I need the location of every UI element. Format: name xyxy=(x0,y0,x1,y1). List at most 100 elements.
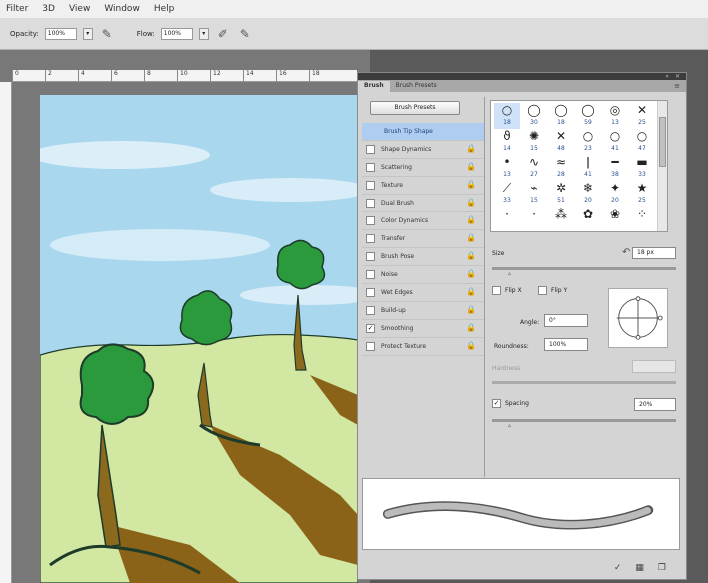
setting-checkbox[interactable] xyxy=(366,252,375,262)
setting-checkbox[interactable]: ✓ xyxy=(366,323,375,333)
reset-size-icon[interactable]: ↶ xyxy=(622,247,630,258)
lock-icon[interactable]: 🔒 xyxy=(466,323,476,332)
brush-tip[interactable]: ━ 38 xyxy=(602,155,628,181)
brush-tip[interactable]: ✕ 48 xyxy=(548,129,574,155)
setting-item[interactable]: Dual Brush 🔒 xyxy=(362,195,484,213)
brush-presets-button[interactable]: Brush Presets xyxy=(370,101,460,115)
collapse-icon[interactable]: « xyxy=(665,73,669,80)
brush-tip[interactable]: ✲ 51 xyxy=(548,181,574,207)
new-preset-icon[interactable]: ❐ xyxy=(658,563,666,573)
brush-tip[interactable]: ❀ xyxy=(602,207,628,231)
menu-filter[interactable]: Filter xyxy=(6,4,28,14)
brush-tip[interactable]: ∿ 27 xyxy=(521,155,547,181)
spacing-field[interactable]: 20% xyxy=(634,398,676,411)
menu-view[interactable]: View xyxy=(69,4,90,14)
brush-tip[interactable]: ▬ 33 xyxy=(629,155,655,181)
lock-icon[interactable]: 🔒 xyxy=(466,180,476,189)
spacing-checkbox-box[interactable]: ✓ xyxy=(492,399,501,408)
lock-icon[interactable]: 🔒 xyxy=(466,198,476,207)
brush-tip[interactable]: ⟋ 33 xyxy=(494,181,520,207)
angle-roundness-compass[interactable] xyxy=(608,288,668,348)
opacity-dropdown-icon[interactable]: ▾ xyxy=(82,27,93,40)
brush-tip[interactable]: ✿ xyxy=(575,207,601,231)
panel-title-bar[interactable]: « ✕ xyxy=(358,73,686,80)
brush-tip[interactable]: ✕ 25 xyxy=(629,103,655,129)
brush-tip[interactable]: ❄ 20 xyxy=(575,181,601,207)
brush-tip[interactable]: · xyxy=(494,207,520,231)
spacing-slider-thumb[interactable]: ▵ xyxy=(508,422,511,429)
brush-tip[interactable]: ★ 25 xyxy=(629,181,655,207)
spacing-slider[interactable] xyxy=(492,419,676,422)
brush-tip[interactable]: ⌁ 15 xyxy=(521,181,547,207)
flow-field[interactable]: 100% xyxy=(160,27,193,40)
pressure-size-icon[interactable]: ✎ xyxy=(237,26,253,42)
brush-tip[interactable]: ◯ 59 xyxy=(575,103,601,129)
brush-tip[interactable]: ◯ 18 xyxy=(548,103,574,129)
setting-checkbox[interactable] xyxy=(366,234,375,244)
brush-tip[interactable]: ǀ 41 xyxy=(575,155,601,181)
size-slider-thumb[interactable]: ▵ xyxy=(508,270,511,277)
checkbox-box[interactable] xyxy=(538,286,547,295)
airbrush-icon[interactable]: ✐ xyxy=(215,26,231,42)
size-slider[interactable] xyxy=(492,267,676,270)
brush-tip[interactable]: ⁂ xyxy=(548,207,574,231)
brush-tip[interactable]: ○ 23 xyxy=(575,129,601,155)
setting-item[interactable]: Brush Tip Shape xyxy=(362,123,484,141)
brush-tip[interactable]: ✦ 20 xyxy=(602,181,628,207)
brush-tip[interactable]: ◎ 13 xyxy=(602,103,628,129)
setting-item[interactable]: Texture 🔒 xyxy=(362,177,484,195)
flip-y-checkbox[interactable]: Flip Y xyxy=(538,286,567,295)
menu-3d[interactable]: 3D xyxy=(42,4,55,14)
brush-tip[interactable]: ○ 41 xyxy=(602,129,628,155)
brush-tip[interactable]: ϑ 14 xyxy=(494,129,520,155)
document-canvas[interactable] xyxy=(40,95,358,583)
toggle-live-tip-icon[interactable]: ✓ xyxy=(614,563,622,573)
angle-field[interactable]: 0° xyxy=(544,314,588,327)
lock-icon[interactable]: 🔒 xyxy=(466,305,476,314)
tab-brush[interactable]: Brush xyxy=(358,81,390,92)
lock-icon[interactable]: 🔒 xyxy=(466,269,476,278)
setting-checkbox[interactable] xyxy=(366,198,375,208)
menu-help[interactable]: Help xyxy=(154,4,175,14)
brush-tip[interactable]: ○ 18 xyxy=(494,103,520,129)
setting-item[interactable]: Protect Texture 🔒 xyxy=(362,338,484,356)
setting-item[interactable]: ✓ Smoothing 🔒 xyxy=(362,320,484,338)
setting-item[interactable]: Build-up 🔒 xyxy=(362,302,484,320)
tab-brush-presets[interactable]: Brush Presets xyxy=(390,81,443,92)
tip-grid-scrollbar[interactable] xyxy=(657,101,667,231)
setting-item[interactable]: Wet Edges 🔒 xyxy=(362,284,484,302)
size-field[interactable]: 18 px xyxy=(632,247,676,259)
setting-checkbox[interactable] xyxy=(366,287,375,297)
close-icon[interactable]: ✕ xyxy=(675,73,680,80)
setting-checkbox[interactable] xyxy=(366,144,375,154)
panel-menu-icon[interactable]: ≡ xyxy=(674,82,680,90)
setting-checkbox[interactable] xyxy=(366,180,375,190)
setting-item[interactable]: Brush Pose 🔒 xyxy=(362,248,484,267)
setting-checkbox[interactable] xyxy=(366,216,375,226)
lock-icon[interactable]: 🔒 xyxy=(466,251,476,260)
setting-item[interactable]: Noise 🔒 xyxy=(362,266,484,285)
setting-item[interactable]: Color Dynamics 🔒 xyxy=(362,212,484,231)
setting-checkbox[interactable] xyxy=(366,305,375,315)
lock-icon[interactable]: 🔒 xyxy=(466,287,476,296)
setting-item[interactable]: Shape Dynamics 🔒 xyxy=(362,141,484,159)
roundness-field[interactable]: 100% xyxy=(544,338,588,351)
lock-icon[interactable]: 🔒 xyxy=(466,144,476,153)
brush-tip[interactable]: ◯ 30 xyxy=(521,103,547,129)
opacity-field[interactable]: 100% xyxy=(44,27,77,40)
brush-tip[interactable]: · xyxy=(521,207,547,231)
brush-grid-icon[interactable]: ▦ xyxy=(635,563,644,573)
flow-dropdown-icon[interactable]: ▾ xyxy=(198,27,209,40)
brush-tip[interactable]: ⁘ xyxy=(629,207,655,231)
lock-icon[interactable]: 🔒 xyxy=(466,233,476,242)
setting-checkbox[interactable] xyxy=(366,341,375,351)
checkbox-box[interactable] xyxy=(492,286,501,295)
scroll-thumb[interactable] xyxy=(659,117,666,167)
setting-checkbox[interactable] xyxy=(366,162,375,172)
setting-checkbox[interactable] xyxy=(366,270,375,280)
brush-tip[interactable]: • 13 xyxy=(494,155,520,181)
pressure-opacity-icon[interactable]: ✎ xyxy=(99,26,115,42)
spacing-checkbox[interactable]: ✓ Spacing xyxy=(492,399,529,408)
setting-item[interactable]: Scattering 🔒 xyxy=(362,159,484,177)
lock-icon[interactable]: 🔒 xyxy=(466,215,476,224)
